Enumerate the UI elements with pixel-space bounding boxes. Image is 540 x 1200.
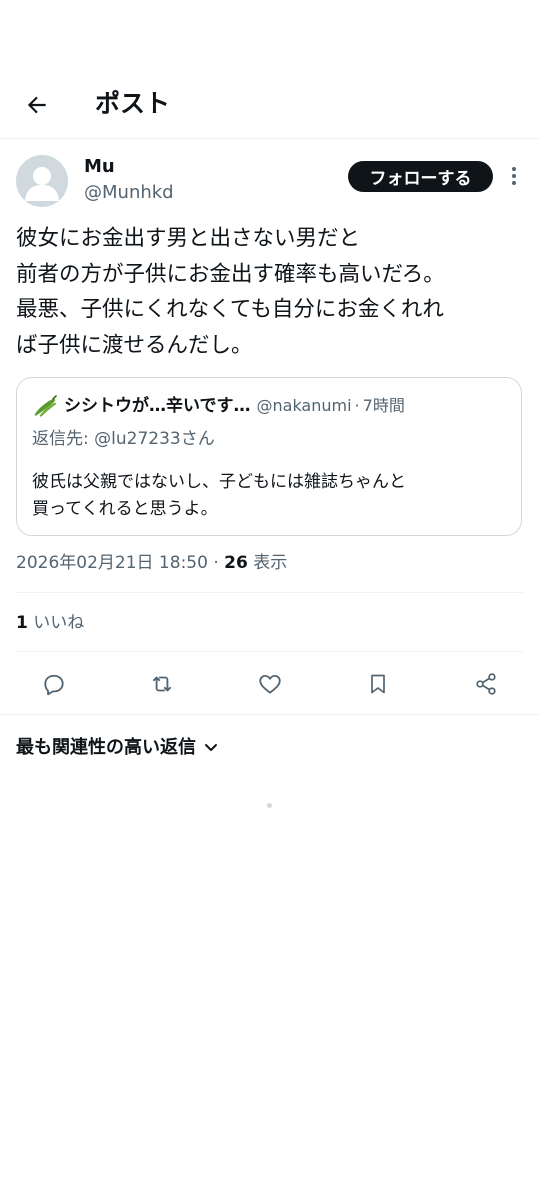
action-bar — [0, 662, 540, 706]
back-button[interactable] — [18, 86, 56, 124]
top-bar: ポスト — [0, 72, 540, 139]
reply-button[interactable] — [40, 670, 68, 698]
reply-to-label: 返信先: @lu27233さん — [32, 429, 215, 449]
tweet-line: 最悪、子供にくれなくても自分にお金くれれ — [16, 297, 444, 322]
quoted-text-line: 彼氏は父親ではないし、子どもには雑誌ちゃんと — [32, 472, 406, 492]
reply-sort-dropdown[interactable]: 最も関連性の高い返信 — [16, 735, 218, 761]
quoted-tweet-text: 彼氏は父親ではないし、子どもには雑誌ちゃんと 買ってくれると思うよ。 — [32, 469, 512, 523]
follow-button[interactable]: フォローする — [348, 161, 493, 192]
likes-stat[interactable]: 1 いいね — [16, 610, 84, 636]
repost-button[interactable] — [148, 670, 176, 698]
green-pepper-icon — [32, 395, 58, 417]
share-button[interactable] — [472, 670, 500, 698]
likes-label: いいね — [33, 613, 85, 633]
quoted-author-handle[interactable]: @nakanumi — [257, 394, 352, 418]
page-title: ポスト — [95, 89, 171, 118]
quoted-post-time: 7時間 — [362, 396, 405, 415]
views-label: 表示 — [253, 553, 288, 573]
more-options-button[interactable] — [502, 162, 526, 190]
tweet-line: 前者の方が子供にお金出す確率も高いだろ。 — [16, 261, 445, 287]
share-icon — [476, 673, 496, 695]
tweet-line: 彼女にお金出す男と出さない男だと — [16, 226, 361, 251]
chevron-down-icon — [204, 743, 218, 753]
author-handle[interactable]: @Munhkd — [84, 181, 174, 205]
quoted-text-line: 買ってくれると思うよ。 — [32, 499, 218, 519]
heart-icon — [259, 674, 281, 694]
quoted-tweet-card[interactable]: シシトウが…辛いです… @nakanumi · 7時間 返信先: @lu2723… — [16, 377, 522, 536]
divider — [16, 592, 524, 593]
views-count: 26 — [224, 553, 248, 573]
quoted-author-name[interactable]: シシトウが…辛いです… — [64, 394, 251, 418]
like-button[interactable] — [256, 670, 284, 698]
author-display-name[interactable]: Mu — [84, 155, 115, 179]
bookmark-button[interactable] — [364, 670, 392, 698]
bookmark-icon — [371, 674, 385, 694]
quoted-tweet-header: シシトウが…辛いです… @nakanumi · 7時間 — [32, 394, 405, 418]
default-avatar-icon — [25, 167, 59, 201]
tweet-line: ば子供に渡せるんだし。 — [16, 332, 253, 358]
divider — [0, 714, 540, 715]
avatar[interactable] — [16, 155, 68, 207]
reply-icon — [44, 674, 64, 696]
post-meta: 2026年02月21日 18:50 · 26 表示 — [16, 550, 287, 576]
separator-dot: · — [354, 396, 360, 415]
more-vertical-icon — [512, 167, 516, 185]
tweet-text: 彼女にお金出す男と出さない男だと 前者の方が子供にお金出す確率も高いだろ。 最悪… — [16, 221, 526, 363]
post-timestamp[interactable]: 2026年02月21日 18:50 — [16, 553, 208, 573]
separator-dot: · — [213, 553, 219, 573]
arrow-left-icon — [27, 96, 46, 114]
divider — [16, 651, 524, 652]
retweet-icon — [152, 676, 172, 692]
loading-indicator — [267, 803, 272, 808]
reply-sort-label: 最も関連性の高い返信 — [16, 737, 196, 758]
likes-count: 1 — [16, 613, 28, 633]
